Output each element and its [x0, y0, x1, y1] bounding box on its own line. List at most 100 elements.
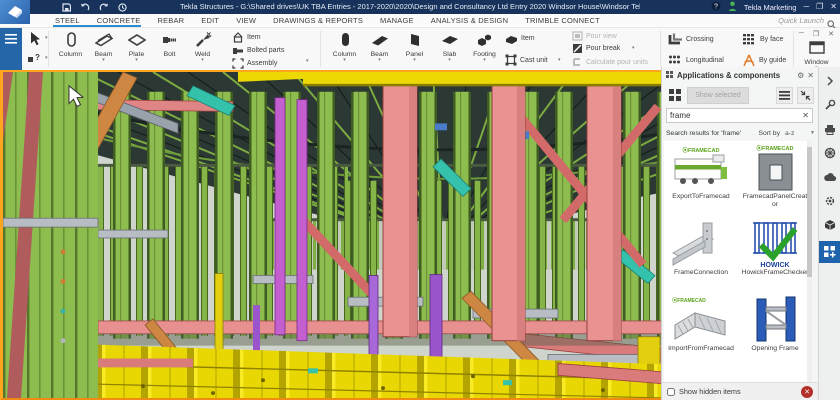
by-face-button[interactable]: By face: [742, 33, 783, 45]
dropdown-caret-icon[interactable]: ▾: [558, 58, 561, 63]
concrete-column-icon: [337, 29, 353, 51]
dropdown-caret-icon[interactable]: ▾: [306, 59, 309, 64]
panel-app-icon: [666, 71, 674, 79]
tab-trimble-connect[interactable]: TRIMBLE CONNECT: [525, 16, 600, 25]
undo-icon[interactable]: [80, 3, 90, 12]
tab-view[interactable]: VIEW: [236, 16, 256, 25]
dropdown-caret-icon[interactable]: ▾: [632, 46, 635, 51]
quick-access-toolbar[interactable]: [62, 1, 127, 13]
expand-side-pane-icon[interactable]: [819, 71, 840, 91]
component-label: FrameConnection: [667, 269, 735, 277]
cube-icon[interactable]: [819, 215, 840, 235]
select-tool-button[interactable]: ▾: [27, 32, 48, 44]
error-badge-icon[interactable]: ✕: [801, 386, 813, 398]
collapse-panel-button[interactable]: [797, 87, 814, 104]
frameconnection-thumbnail: [669, 219, 733, 269]
redo-icon[interactable]: [99, 3, 109, 12]
close-icon[interactable]: ✕: [830, 0, 837, 14]
tab-manage[interactable]: MANAGE: [380, 16, 414, 25]
steel-item-button[interactable]: Item: [232, 31, 261, 43]
panel-scrollbar[interactable]: [807, 141, 812, 382]
concrete-item-icon: [505, 33, 518, 44]
importfromframecad-thumbnail: ⦿FRAMECAD: [669, 295, 733, 345]
tab-edit[interactable]: EDIT: [201, 16, 219, 25]
tab-analysis-design[interactable]: ANALYSIS & DESIGN: [431, 16, 508, 25]
steel-column-button[interactable]: Column: [54, 29, 87, 69]
restore-icon[interactable]: ❐: [816, 0, 823, 14]
steel-plate-button[interactable]: Plate▾: [120, 29, 153, 69]
cast-unit-icon: [505, 54, 517, 66]
printer-icon[interactable]: [819, 119, 840, 139]
pour-break-button[interactable]: Pour break: [572, 42, 620, 54]
calculate-pour-units-button: Calculate pour units: [572, 56, 648, 68]
gear-icon[interactable]: [819, 191, 840, 211]
save-icon[interactable]: [62, 3, 71, 12]
customize-wrench-icon[interactable]: [819, 95, 840, 115]
history-icon[interactable]: [118, 3, 127, 12]
steel-bolt-button[interactable]: Bolt: [153, 29, 186, 69]
component-item[interactable]: [740, 371, 810, 382]
component-item[interactable]: FrameConnection: [666, 219, 736, 295]
tab-steel[interactable]: STEEL: [55, 16, 80, 25]
list-view-button[interactable]: [776, 87, 793, 104]
wheel-icon[interactable]: [819, 143, 840, 163]
component-item[interactable]: ⦿FRAMECAD FramecadPanelCreator: [740, 143, 810, 219]
concrete-item-button[interactable]: Item: [505, 32, 535, 44]
tab-concrete[interactable]: CONCRETE: [97, 16, 141, 25]
minimize-icon[interactable]: ─: [803, 0, 809, 14]
component-item[interactable]: ⦿FRAMECAD ImportFromFramecad: [666, 295, 736, 371]
file-menu-button[interactable]: [0, 28, 22, 70]
by-face-icon: [742, 33, 757, 46]
component-search-input[interactable]: [667, 110, 802, 121]
user-icon[interactable]: [728, 1, 737, 13]
panel-toolbar: Show selected: [662, 84, 818, 106]
component-label: FramecadPanelCreator: [741, 193, 809, 209]
thumbnail-view-button[interactable]: [666, 87, 683, 104]
cloud-icon[interactable]: [819, 167, 840, 187]
tekla-logo[interactable]: [0, 0, 30, 24]
cast-unit-button[interactable]: Cast unit: [505, 54, 548, 66]
concrete-panel-icon: [407, 29, 423, 51]
panel-scrollbar-thumb[interactable]: [807, 147, 812, 277]
component-search-box[interactable]: ✕: [666, 108, 813, 123]
calculate-pour-icon: [572, 57, 583, 67]
steel-beam-icon: [95, 29, 113, 51]
crossing-button[interactable]: Crossing: [668, 33, 714, 45]
component-item[interactable]: ⦿FRAMECAD ExportToFramecad: [666, 143, 736, 219]
tab-rebar[interactable]: REBAR: [157, 16, 184, 25]
concrete-beam-button[interactable]: Beam▾: [363, 29, 396, 69]
collapse-arrows-icon: [800, 90, 811, 101]
partial-thumbnail: [743, 371, 807, 382]
applications-components-active-icon[interactable]: [819, 241, 840, 263]
by-guide-button[interactable]: By guide: [742, 54, 786, 66]
clear-search-icon[interactable]: ✕: [802, 111, 812, 120]
show-hidden-items-label: Show hidden items: [679, 387, 741, 396]
steel-beam-button[interactable]: Beam▾: [87, 29, 120, 69]
panel-settings-gear-icon[interactable]: ⚙: [797, 71, 804, 80]
quick-launch[interactable]: Quick Launch: [778, 14, 824, 27]
user-name[interactable]: Tekla Marketing: [744, 3, 797, 12]
sort-dropdown[interactable]: a-z▼: [785, 130, 815, 137]
ribbon: ▾ ?▾ Column Beam▾ Plate▾ Bolt Weld▾: [0, 28, 840, 71]
steel-plate-icon: [128, 29, 146, 51]
weld-button[interactable]: Weld▾: [186, 29, 219, 69]
select-filter-button[interactable]: ?▾: [27, 52, 48, 64]
longitudinal-button[interactable]: Longitudinal: [668, 54, 724, 66]
svg-text:⦿FRAMECAD: ⦿FRAMECAD: [757, 144, 794, 152]
select-query-icon: ?: [27, 52, 42, 64]
panel-close-icon[interactable]: ✕: [807, 71, 814, 80]
concrete-column-button[interactable]: Column▾: [328, 29, 361, 69]
component-item[interactable]: Opening Frame: [740, 295, 810, 371]
component-item[interactable]: HOWICK HowickFrameChecker: [740, 219, 810, 295]
bolted-parts-button[interactable]: Bolted parts: [232, 44, 284, 56]
tab-drawings-reports[interactable]: DRAWINGS & REPORTS: [273, 16, 363, 25]
component-item[interactable]: [666, 371, 736, 382]
assembly-button[interactable]: Assembly: [232, 57, 277, 69]
help-icon[interactable]: ?: [711, 1, 721, 13]
show-hidden-items-checkbox[interactable]: [667, 388, 675, 396]
pour-view-icon: [572, 31, 583, 41]
side-pane-toolbar: [818, 67, 840, 400]
concrete-footing-button[interactable]: Footing▾: [468, 29, 501, 69]
concrete-slab-button[interactable]: Slab▾: [433, 29, 466, 69]
concrete-panel-button[interactable]: Panel▾: [398, 29, 431, 69]
